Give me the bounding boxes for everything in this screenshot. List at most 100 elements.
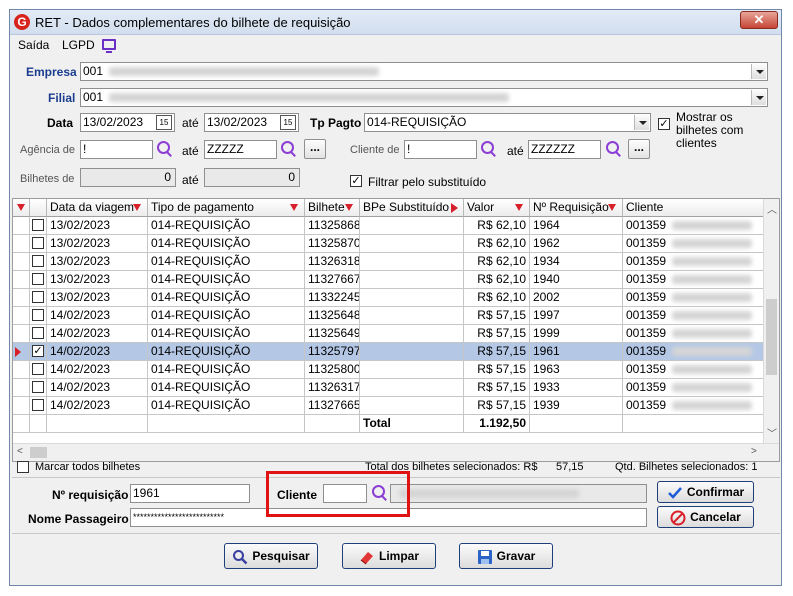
scroll-down-icon[interactable]: ﹀: [767, 425, 777, 440]
agencia-to-field[interactable]: ZZZZZ: [204, 140, 277, 159]
row-check-cell: [30, 235, 47, 253]
search-icon[interactable]: [280, 140, 298, 158]
tp-pagto-label: Tp Pagto: [310, 116, 362, 130]
vertical-scrollbar[interactable]: ︿ ﹀: [763, 199, 779, 443]
filter-icon[interactable]: [133, 204, 141, 211]
scroll-up-icon[interactable]: ︿: [767, 201, 777, 216]
confirmar-button[interactable]: Confirmar: [657, 481, 754, 503]
filter-icon[interactable]: [345, 204, 353, 211]
cell-value: 1933: [533, 380, 560, 394]
scroll-left-icon[interactable]: <: [17, 446, 23, 457]
row-checkbox[interactable]: [32, 399, 44, 411]
cell-value: 11332245: [308, 290, 360, 304]
row-checkbox[interactable]: [32, 309, 44, 321]
table-row[interactable]: 13/02/2023 014-REQUISIÇÃO 11332245 R$ 62,10…: [13, 289, 765, 307]
total-cell-empty: [530, 415, 623, 433]
cliente-to-field[interactable]: ZZZZZZ: [528, 140, 601, 159]
agencia-more-button[interactable]: ...: [304, 139, 326, 159]
row-checkbox[interactable]: ✓: [32, 345, 44, 357]
table-row[interactable]: 13/02/2023 014-REQUISIÇÃO 11325868 R$ 62,10…: [13, 217, 765, 235]
chevron-down-icon[interactable]: [634, 115, 649, 130]
data-from-field[interactable]: 13/02/2023 15: [80, 113, 175, 132]
cell-value: 1963: [533, 362, 560, 376]
header-num-requisicao[interactable]: Nº Requisição: [530, 199, 623, 217]
gravar-button[interactable]: Gravar: [459, 543, 553, 569]
calendar-icon[interactable]: 15: [156, 115, 172, 130]
row-check-cell: [30, 217, 47, 235]
cell-value: R$ 62,10: [477, 218, 526, 232]
header-bilhete[interactable]: Bilhete: [305, 199, 360, 217]
agencia-from-field[interactable]: !: [80, 140, 153, 159]
table-row[interactable]: 14/02/2023 014-REQUISIÇÃO 11326317 R$ 57,15…: [13, 379, 765, 397]
cell-value: R$ 57,15: [477, 344, 526, 358]
requisicao-label: Nº requisição: [52, 488, 129, 502]
vertical-scroll-thumb[interactable]: [766, 299, 777, 375]
row-checkbox[interactable]: [32, 273, 44, 285]
table-row[interactable]: 13/02/2023 014-REQUISIÇÃO 11327667 R$ 62,10…: [13, 271, 765, 289]
header-valor[interactable]: Valor: [464, 199, 530, 217]
filter-icon[interactable]: [290, 204, 298, 211]
row-checkbox[interactable]: [32, 291, 44, 303]
data-to-value: 13/02/2023: [207, 115, 268, 129]
empresa-select[interactable]: 001: [80, 62, 768, 81]
row-checkbox[interactable]: [32, 255, 44, 267]
marcar-todos-checkbox[interactable]: [17, 461, 29, 473]
cliente-more-button[interactable]: ...: [628, 139, 650, 159]
chevron-down-icon[interactable]: [751, 64, 766, 79]
calendar-icon[interactable]: 15: [280, 115, 296, 130]
pesquisar-button[interactable]: Pesquisar: [224, 543, 318, 569]
filtrar-checkbox[interactable]: ✓: [350, 175, 362, 187]
menu-saida[interactable]: Saída: [18, 38, 49, 52]
row-checkbox[interactable]: [32, 237, 44, 249]
cliente-ate-label: até: [507, 144, 524, 158]
horizontal-scroll-thumb[interactable]: [30, 447, 47, 458]
chevron-down-icon[interactable]: [751, 90, 766, 105]
close-button[interactable]: ✕: [740, 11, 778, 29]
table-row[interactable]: 14/02/2023 014-REQUISIÇÃO 11325649 R$ 57,15…: [13, 325, 765, 343]
header-bpe-substituido[interactable]: BPe Substituído: [360, 199, 464, 217]
cell-cliente: 001359: [623, 271, 765, 289]
row-indicator: [13, 235, 30, 253]
table-row[interactable]: 14/02/2023 014-REQUISIÇÃO 11327665 R$ 57,15…: [13, 397, 765, 415]
horizontal-scrollbar[interactable]: < >: [13, 443, 779, 461]
row-checkbox[interactable]: [32, 381, 44, 393]
limpar-button[interactable]: Limpar: [342, 543, 436, 569]
menu-bar: Saída LGPD: [10, 36, 781, 56]
cell-value: 1964: [533, 218, 560, 232]
data-to-field[interactable]: 13/02/2023 15: [204, 113, 299, 132]
table-row[interactable]: 14/02/2023 014-REQUISIÇÃO 11325648 R$ 57,15…: [13, 307, 765, 325]
header-label: Bilhete: [308, 200, 345, 214]
menu-lgpd[interactable]: LGPD: [62, 38, 95, 52]
row-checkbox[interactable]: [32, 327, 44, 339]
cell-tipo: 014-REQUISIÇÃO: [148, 343, 305, 361]
cell-value: 11327667: [308, 272, 360, 286]
monitor-icon[interactable]: [102, 39, 116, 53]
divider: [12, 533, 780, 534]
header-data-viagem[interactable]: Data da viagem: [47, 199, 148, 217]
search-icon[interactable]: [605, 140, 623, 158]
filter-icon[interactable]: [17, 204, 25, 211]
cancelar-button[interactable]: Cancelar: [657, 506, 754, 528]
header-tipo-pagamento[interactable]: Tipo de pagamento: [148, 199, 305, 217]
filial-select[interactable]: 001: [80, 88, 768, 107]
cell-value: 14/02/2023: [50, 398, 111, 412]
search-icon: [232, 549, 248, 565]
table-row[interactable]: ✓ 14/02/2023 014-REQUISIÇÃO 11325797 R$ 57,1…: [13, 343, 765, 361]
search-icon[interactable]: [156, 140, 174, 158]
total-cell-check: [30, 415, 47, 433]
header-cliente[interactable]: Cliente: [623, 199, 765, 217]
mostrar-checkbox[interactable]: ✓: [658, 118, 670, 130]
tp-pagto-select[interactable]: 014-REQUISIÇÃO: [364, 113, 651, 132]
sort-arrow-icon[interactable]: [451, 203, 458, 213]
table-row[interactable]: 13/02/2023 014-REQUISIÇÃO 11326318 R$ 62,10…: [13, 253, 765, 271]
row-checkbox[interactable]: [32, 219, 44, 231]
requisicao-field[interactable]: 1961: [130, 484, 250, 503]
search-icon[interactable]: [480, 140, 498, 158]
scroll-right-icon[interactable]: >: [751, 446, 757, 457]
row-checkbox[interactable]: [32, 363, 44, 375]
cliente-from-field[interactable]: !: [404, 140, 477, 159]
table-row[interactable]: 13/02/2023 014-REQUISIÇÃO 11325870 R$ 62,10…: [13, 235, 765, 253]
table-row[interactable]: 14/02/2023 014-REQUISIÇÃO 11325800 R$ 57,15…: [13, 361, 765, 379]
filter-icon[interactable]: [515, 204, 523, 211]
filter-icon[interactable]: [608, 204, 616, 211]
